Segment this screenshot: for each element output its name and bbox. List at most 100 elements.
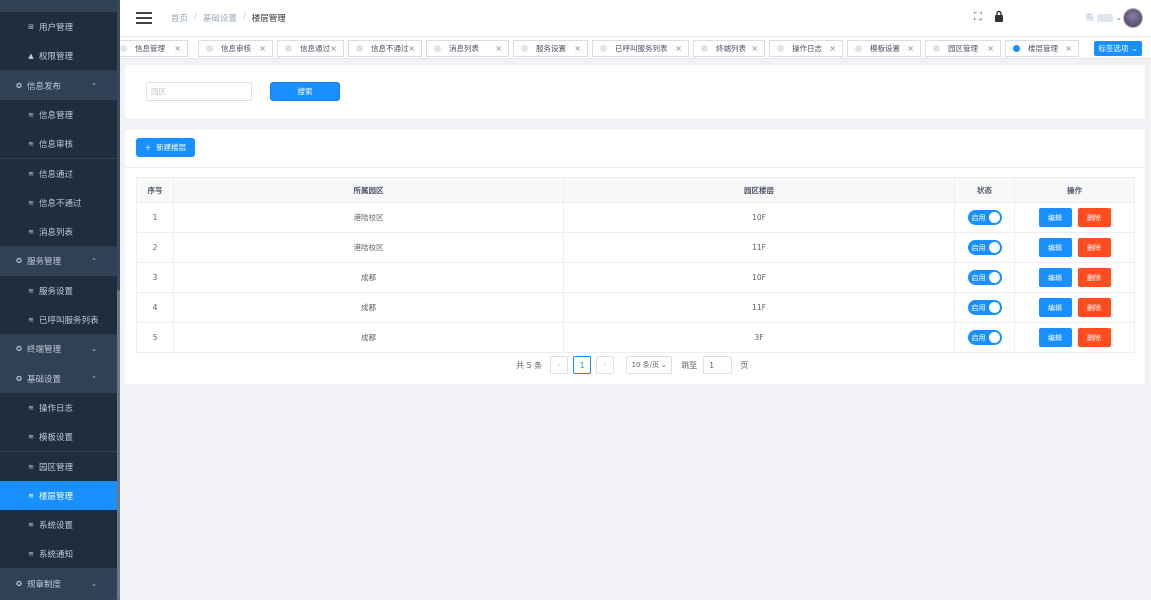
sidebar: ⊞ 用户管理 ▲ 权限管理 ✪ 信息发布 ⌃ ≋ 信息管理 ≋ 信息审核 ≋ 信息通过 ≋ 信息不通过 ≋ 消息… <box>0 0 117 600</box>
layers-icon: ≋ <box>28 315 34 324</box>
search-button[interactable]: 搜索 <box>270 82 340 101</box>
sidebar-item-3[interactable]: ≋ 信息管理 <box>0 100 117 129</box>
status-toggle[interactable]: 启用 <box>967 210 1002 225</box>
fullscreen-icon[interactable]: ⛶ <box>974 10 986 24</box>
close-icon[interactable]: × <box>174 44 181 53</box>
edit-button[interactable]: 编辑 <box>1038 208 1072 227</box>
close-icon[interactable]: × <box>829 44 836 53</box>
edit-button[interactable]: 编辑 <box>1038 268 1072 287</box>
sidebar-item-17[interactable]: ≋ 系统设置 <box>0 510 117 539</box>
tab-2[interactable]: 信息通过 × <box>277 40 344 57</box>
close-icon[interactable]: × <box>495 44 502 53</box>
sidebar-item-2[interactable]: ✪ 信息发布 ⌃ <box>0 71 117 100</box>
sidebar-item-15[interactable]: ≋ 园区管理 <box>0 452 117 481</box>
tab-3[interactable]: 信息不通过 × <box>348 40 422 57</box>
close-icon[interactable]: × <box>1065 44 1072 53</box>
hamburger-menu-icon[interactable] <box>136 12 152 24</box>
jump-page-input[interactable]: 1 <box>703 356 733 374</box>
page-size-select[interactable]: 10 条/页 ⌄ <box>626 356 673 374</box>
avatar[interactable] <box>1123 8 1143 28</box>
delete-button[interactable]: 删除 <box>1077 238 1111 257</box>
delete-button[interactable]: 删除 <box>1077 208 1111 227</box>
divider <box>125 167 1145 168</box>
sidebar-scrollbar-thumb[interactable] <box>117 290 120 600</box>
tab-status-dot <box>855 45 862 52</box>
close-icon[interactable]: × <box>907 44 914 53</box>
user-dropdown[interactable]: 陈 ⌄ <box>1086 12 1122 23</box>
sidebar-item-14[interactable]: ≋ 模板设置 <box>0 422 117 451</box>
tab-label: 模板设置 <box>870 44 900 53</box>
cell-index: 3 <box>137 263 174 292</box>
sidebar-item-11[interactable]: ✪ 终端管理 ⌄ <box>0 334 117 363</box>
sidebar-item-label: 服务设置 <box>39 286 74 297</box>
park-search-input[interactable] <box>146 82 252 101</box>
tab-8[interactable]: 操作日志 × <box>769 40 843 57</box>
chevron-up-icon: ⌃ <box>91 256 97 265</box>
tab-6[interactable]: 已呼叫服务列表 × <box>592 40 689 57</box>
cell-park: 成都 <box>174 293 564 322</box>
delete-button[interactable]: 删除 <box>1077 328 1111 347</box>
tab-4[interactable]: 消息列表 × <box>426 40 509 57</box>
next-page-button[interactable]: › <box>596 356 615 374</box>
breadcrumb-basic-settings[interactable]: 基础设置 <box>203 12 237 24</box>
sidebar-item-7[interactable]: ≋ 消息列表 <box>0 217 117 246</box>
search-card: 搜索 <box>125 65 1145 118</box>
close-icon[interactable]: × <box>408 44 415 53</box>
sidebar-item-13[interactable]: ≋ 操作日志 <box>0 393 117 422</box>
new-floor-button[interactable]: + 新建楼层 <box>136 138 195 157</box>
tab-7[interactable]: 终端列表 × <box>693 40 765 57</box>
tab-1[interactable]: 信息审核 × <box>198 40 273 57</box>
tab-9[interactable]: 模板设置 × <box>847 40 921 57</box>
tab-label: 楼层管理 <box>1028 44 1058 53</box>
sidebar-item-10[interactable]: ≋ 已呼叫服务列表 <box>0 305 117 334</box>
sidebar-item-4[interactable]: ≋ 信息审核 <box>0 129 117 158</box>
breadcrumb: 首页 / 基础设置 / 楼层管理 <box>171 12 286 24</box>
tab-label: 信息通过 <box>300 44 330 53</box>
tab-options-button[interactable]: 标签选项 ⌄ <box>1094 41 1142 56</box>
lock-icon[interactable] <box>994 10 1006 24</box>
edit-button[interactable]: 编辑 <box>1038 328 1072 347</box>
delete-button[interactable]: 删除 <box>1077 298 1111 317</box>
sidebar-item-19[interactable]: ✪ 规章制度 ⌄ <box>0 569 117 598</box>
page-unit-label: 页 <box>740 360 749 370</box>
close-icon[interactable]: × <box>751 44 758 53</box>
sidebar-scrollbar[interactable] <box>117 0 120 600</box>
close-icon[interactable]: × <box>259 44 266 53</box>
prev-page-button[interactable]: ‹ <box>550 356 569 374</box>
sidebar-item-18[interactable]: ≋ 系统通知 <box>0 539 117 568</box>
edit-button[interactable]: 编辑 <box>1038 238 1072 257</box>
delete-button[interactable]: 删除 <box>1077 268 1111 287</box>
sidebar-item-label: 权限管理 <box>39 51 74 62</box>
tab-11[interactable]: 楼层管理 × <box>1005 40 1079 57</box>
toggle-knob <box>988 242 1000 253</box>
sidebar-item-partial[interactable] <box>0 0 117 12</box>
close-icon[interactable]: × <box>987 44 994 53</box>
status-toggle[interactable]: 启用 <box>967 300 1002 315</box>
tags-view-bar: 标签选项 ⌄ 信息管理 × 信息审核 × 信息通过 × 信息不通过 × 消息列表 × 服务设置 × 已呼叫… <box>120 36 1151 59</box>
tab-status-dot <box>1013 45 1020 52</box>
tab-10[interactable]: 园区管理 × <box>925 40 1001 57</box>
status-toggle[interactable]: 启用 <box>967 240 1002 255</box>
sidebar-item-label: 操作日志 <box>39 403 74 414</box>
sidebar-item-8[interactable]: ✪ 服务管理 ⌃ <box>0 246 117 275</box>
sidebar-item-5[interactable]: ≋ 信息通过 <box>0 159 117 188</box>
sidebar-item-1[interactable]: ▲ 权限管理 <box>0 41 117 70</box>
close-icon[interactable]: × <box>574 44 581 53</box>
table-row: 1 港陆校区 10F 启用 编辑 删除 <box>137 203 1134 233</box>
table-row: 5 成都 3F 启用 编辑 删除 <box>137 323 1134 352</box>
status-toggle[interactable]: 启用 <box>967 270 1002 285</box>
sidebar-item-0[interactable]: ⊞ 用户管理 <box>0 12 117 41</box>
breadcrumb-home[interactable]: 首页 <box>171 12 188 24</box>
sidebar-item-9[interactable]: ≋ 服务设置 <box>0 276 117 305</box>
close-icon[interactable]: × <box>675 44 682 53</box>
tab-0[interactable]: 信息管理 × <box>120 40 188 57</box>
close-icon[interactable]: × <box>330 44 337 53</box>
sidebar-item-12[interactable]: ✪ 基础设置 ⌃ <box>0 364 117 393</box>
status-toggle-label: 启用 <box>971 213 986 222</box>
status-toggle[interactable]: 启用 <box>967 330 1002 345</box>
sidebar-item-6[interactable]: ≋ 信息不通过 <box>0 188 117 217</box>
edit-button[interactable]: 编辑 <box>1038 298 1072 317</box>
sidebar-item-16[interactable]: ≋ 楼层管理 <box>0 481 117 510</box>
page-number-button[interactable]: 1 <box>573 356 592 374</box>
tab-5[interactable]: 服务设置 × <box>513 40 588 57</box>
